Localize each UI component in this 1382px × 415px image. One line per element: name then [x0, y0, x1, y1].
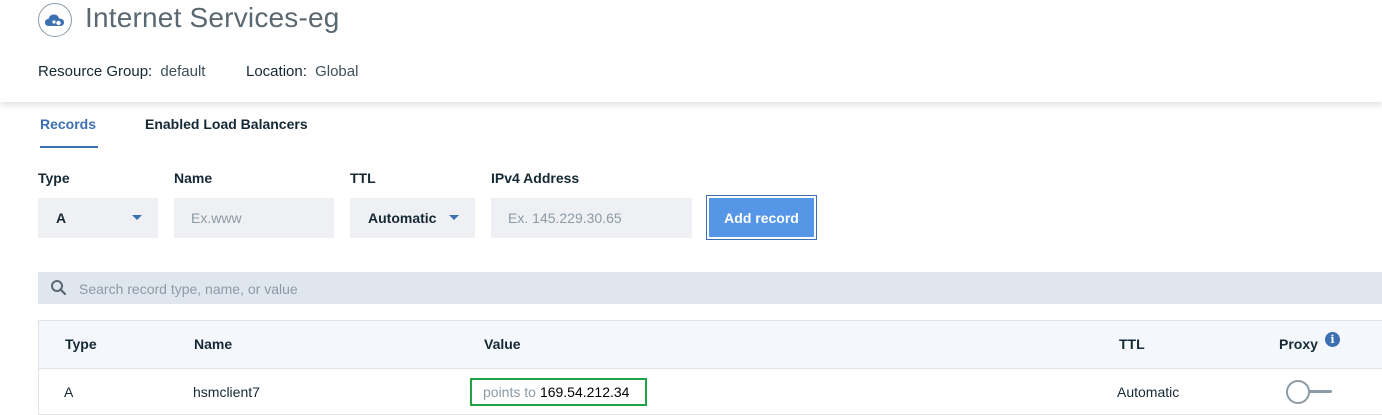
name-field-wrapper — [174, 198, 334, 238]
type-select-value: A — [56, 210, 67, 226]
ttl-label: TTL — [350, 170, 376, 186]
page-title: Internet Services-eg — [85, 2, 340, 33]
row-value-prefix: points to — [483, 384, 536, 400]
column-header-proxy: Proxy — [1279, 336, 1318, 352]
row-ttl: Automatic — [1117, 384, 1180, 400]
cloud-service-icon — [38, 3, 72, 37]
chevron-down-icon — [132, 215, 142, 220]
chevron-down-icon — [449, 215, 459, 220]
info-icon[interactable]: i — [1325, 332, 1340, 347]
row-value: points to 169.54.212.34 — [470, 378, 647, 406]
tab-records[interactable]: Records — [40, 116, 99, 148]
proxy-toggle-knob — [1286, 380, 1310, 404]
search-icon — [51, 280, 67, 296]
ttl-select-value: Automatic — [368, 210, 437, 226]
ipv4-input[interactable] — [491, 198, 692, 238]
proxy-toggle[interactable] — [1285, 379, 1335, 405]
add-record-button-label: Add record — [709, 198, 814, 237]
row-value-ip: 169.54.212.34 — [539, 384, 630, 400]
column-header-value[interactable]: Value — [484, 336, 521, 352]
column-header-name[interactable]: Name — [194, 336, 232, 352]
column-header-type[interactable]: Type — [65, 336, 97, 352]
add-record-button[interactable]: Add record — [706, 195, 817, 240]
record-search-bar — [38, 272, 1382, 306]
records-table: Type Name Value TTL Proxy i A hsmclient7… — [38, 320, 1382, 415]
column-header-ttl[interactable]: TTL — [1119, 336, 1145, 352]
ttl-select[interactable]: Automatic — [350, 198, 475, 238]
row-name: hsmclient7 — [193, 384, 260, 400]
service-header: Internet Services-eg Resource Group: def… — [0, 0, 1382, 102]
row-type: A — [64, 384, 74, 400]
location-value: Global — [315, 63, 359, 80]
ipv4-label: IPv4 Address — [491, 170, 580, 186]
resource-group-label: Resource Group: — [38, 63, 153, 80]
type-select[interactable]: A — [38, 198, 158, 238]
tab-enabled-load-balancers[interactable]: Enabled Load Balancers — [145, 116, 308, 132]
resource-group-value: default — [160, 63, 206, 80]
name-input[interactable] — [174, 198, 334, 238]
name-label: Name — [174, 170, 213, 186]
resource-group: Resource Group: default — [38, 63, 205, 80]
type-label: Type — [38, 170, 70, 186]
location-label: Location: — [246, 63, 307, 80]
ipv4-field-wrapper — [491, 198, 692, 238]
table-header: Type Name Value TTL Proxy i — [39, 321, 1382, 369]
search-input[interactable] — [77, 272, 1361, 306]
location: Location: Global — [246, 63, 358, 80]
